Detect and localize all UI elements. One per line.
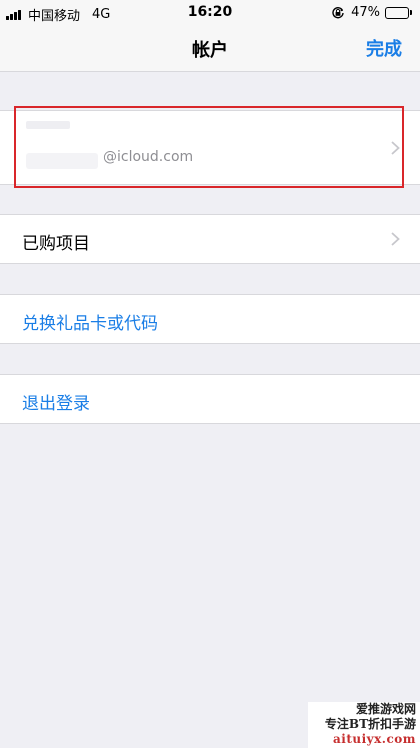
battery-percent: 47%	[351, 5, 380, 20]
sign-out-row[interactable]: 退出登录	[0, 374, 420, 424]
sign-out-link[interactable]: 退出登录	[22, 389, 90, 414]
watermark-line: 专注BT折扣手游	[324, 717, 416, 731]
watermark-line: 爱推游戏网	[355, 702, 416, 716]
status-bar: 中国移动 4G 16:20 47%	[0, 0, 420, 26]
navigation-bar: 帐户 完成	[0, 26, 420, 72]
purchased-label: 已购项目	[22, 234, 90, 254]
redeem-row[interactable]: 兑换礼品卡或代码	[0, 294, 420, 344]
watermark: 爱推游戏网 专注BT折扣手游 aituiyx.com	[308, 702, 420, 748]
page-title: 帐户	[192, 40, 228, 61]
blurred-account-name	[26, 121, 70, 129]
done-button[interactable]: 完成	[366, 35, 402, 61]
account-row[interactable]: @icloud.com	[0, 110, 420, 185]
watermark-url: aituiyx.com	[333, 732, 416, 746]
redeem-gift-card-link[interactable]: 兑换礼品卡或代码	[22, 309, 158, 334]
account-email: @icloud.com	[103, 149, 194, 165]
orientation-lock-icon	[332, 6, 344, 18]
battery-icon	[385, 6, 412, 19]
chevron-right-icon	[391, 141, 400, 155]
blurred-account-id	[26, 153, 98, 169]
chevron-right-icon	[391, 232, 400, 246]
purchased-row[interactable]: 已购项目	[0, 214, 420, 264]
